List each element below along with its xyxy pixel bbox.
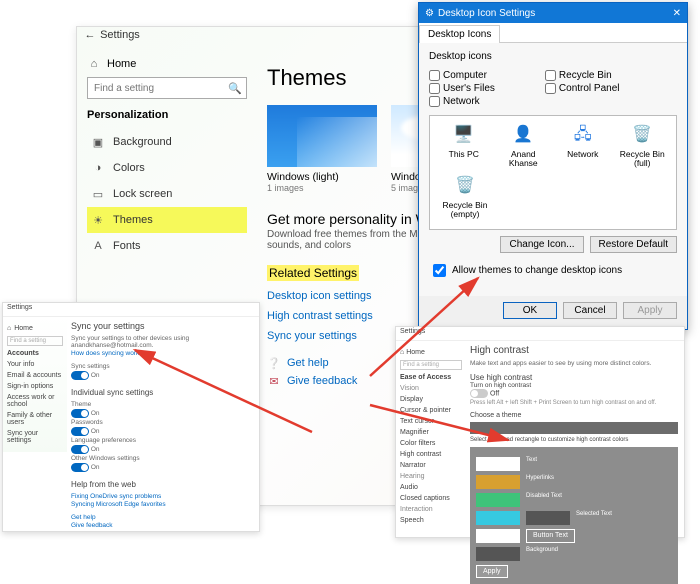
sidebar: ⌂ Home Find a setting Accounts Your info… — [3, 317, 67, 452]
icon-user[interactable]: 👤Anand Khanse — [498, 122, 548, 169]
titlebar: Settings — [3, 303, 259, 317]
nav-background[interactable]: ▣Background — [87, 129, 247, 155]
chk-control-panel[interactable]: Control Panel — [545, 83, 620, 94]
help-icon: ❔ — [267, 356, 281, 370]
lock-icon: ▭ — [91, 187, 105, 201]
search-input[interactable] — [92, 82, 228, 95]
nav-themes[interactable]: ☀Themes — [87, 207, 247, 233]
search-icon: 🔍 — [228, 81, 242, 95]
high-contrast-window: Settings ⌂ Home Find a setting Ease of A… — [395, 326, 685, 538]
nav-signin[interactable]: Sign-in options — [7, 383, 63, 390]
feedback-icon: ✉ — [267, 374, 281, 388]
gear-icon: ⚙ — [425, 8, 434, 19]
nav-cursor[interactable]: Cursor & pointer — [400, 407, 462, 414]
nav-sync[interactable]: Sync your settings — [7, 430, 63, 444]
dialog-titlebar: ⚙ Desktop Icon Settings ✕ — [419, 3, 687, 23]
nav-email[interactable]: Email & accounts — [7, 372, 63, 379]
nav-narrator[interactable]: Narrator — [400, 462, 462, 469]
category-label: Accounts — [7, 350, 63, 357]
swatch-text[interactable] — [476, 457, 520, 471]
category-label: Personalization — [87, 109, 247, 121]
toggle-other[interactable] — [71, 463, 89, 472]
home-nav[interactable]: ⌂ Home — [7, 325, 63, 332]
theme-thumb-light[interactable]: Windows (light) 1 images — [267, 105, 377, 193]
home-nav[interactable]: ⌂ Home — [87, 57, 247, 71]
nav-colors[interactable]: ◑Colors — [87, 155, 247, 181]
nav-display[interactable]: Display — [400, 396, 462, 403]
color-preview: Text Hyperlinks Disabled Text Selected T… — [470, 447, 678, 584]
toggle-theme[interactable] — [71, 409, 89, 418]
chk-recycle-bin[interactable]: Recycle Bin — [545, 70, 620, 81]
icon-recycle-empty[interactable]: 🗑️Recycle Bin (empty) — [440, 173, 490, 220]
icon-preview-box: 🖥️This PC 👤Anand Khanse 🖧Network 🗑️Recyc… — [429, 115, 677, 230]
search-box[interactable]: Find a setting — [400, 360, 462, 370]
themes-icon: ☀ — [91, 213, 105, 227]
home-label: Home — [107, 58, 136, 70]
ok-button[interactable]: OK — [503, 302, 557, 319]
apply-button[interactable]: Apply — [476, 565, 508, 578]
back-icon[interactable]: ← — [83, 29, 97, 41]
nav-speech[interactable]: Speech — [400, 517, 462, 524]
theme-dropdown[interactable] — [470, 422, 678, 434]
how-syncing-link[interactable]: How does syncing work? — [71, 350, 255, 357]
icon-this-pc[interactable]: 🖥️This PC — [439, 122, 489, 169]
fonts-icon: A — [91, 239, 105, 253]
picture-icon: ▣ — [91, 135, 105, 149]
toggle-sync[interactable] — [71, 371, 89, 380]
toggle-passwords[interactable] — [71, 427, 89, 436]
nav-colorfilters[interactable]: Color filters — [400, 440, 462, 447]
chk-allow-themes[interactable]: Allow themes to change desktop icons — [429, 261, 677, 280]
close-icon[interactable]: ✕ — [673, 8, 681, 19]
nav-textcursor[interactable]: Text cursor — [400, 418, 462, 425]
palette-icon: ◑ — [91, 161, 105, 175]
toggle-high-contrast[interactable] — [470, 389, 488, 398]
tabstrip: Desktop Icons — [419, 23, 687, 43]
app-title: Settings — [100, 29, 140, 41]
search-box[interactable]: Find a setting — [7, 336, 63, 346]
nav-fonts[interactable]: AFonts — [87, 233, 247, 259]
chk-network[interactable]: Network — [429, 96, 495, 107]
nav-highcontrast[interactable]: High contrast — [400, 451, 462, 458]
nav-work[interactable]: Access work or school — [7, 394, 63, 408]
nav-captions[interactable]: Closed captions — [400, 495, 462, 502]
change-icon-button[interactable]: Change Icon... — [500, 236, 583, 253]
toggle-lang[interactable] — [71, 445, 89, 454]
content-pane: High contrast Make text and apps easier … — [470, 341, 678, 584]
titlebar: Settings — [396, 327, 684, 341]
nav-lockscreen[interactable]: ▭Lock screen — [87, 181, 247, 207]
nav-your-info[interactable]: Your info — [7, 361, 63, 368]
sync-settings-window: Settings ⌂ Home Find a setting Accounts … — [2, 302, 260, 532]
page-title: Sync your settings — [71, 321, 255, 331]
sidebar: ⌂ Home 🔍 Personalization ▣Background ◑Co… — [77, 49, 257, 267]
tab-desktop-icons[interactable]: Desktop Icons — [419, 25, 500, 43]
icon-recycle-full[interactable]: 🗑️Recycle Bin (full) — [617, 122, 667, 169]
swatch-selected[interactable] — [476, 511, 520, 525]
cancel-button[interactable]: Cancel — [563, 302, 617, 319]
swatch-bg[interactable] — [476, 547, 520, 561]
icon-network[interactable]: 🖧Network — [558, 122, 608, 169]
page-title: High contrast — [470, 345, 678, 356]
nav-family[interactable]: Family & other users — [7, 412, 63, 426]
search-box[interactable]: 🔍 — [87, 77, 247, 99]
apply-button[interactable]: Apply — [623, 302, 677, 319]
chk-computer[interactable]: Computer — [429, 70, 495, 81]
related-heading: Related Settings — [267, 265, 359, 281]
nav-audio[interactable]: Audio — [400, 484, 462, 491]
desktop-icon-settings-dialog: ⚙ Desktop Icon Settings ✕ Desktop Icons … — [418, 2, 688, 330]
swatch-hyperlinks[interactable] — [476, 475, 520, 489]
home-nav[interactable]: ⌂ Home — [400, 349, 462, 356]
dialog-title: Desktop Icon Settings — [438, 8, 535, 19]
home-icon: ⌂ — [87, 57, 101, 71]
theme-preview — [267, 105, 377, 167]
restore-default-button[interactable]: Restore Default — [590, 236, 677, 253]
swatch-btntext[interactable] — [476, 529, 520, 543]
content-pane: Sync your settings Sync your settings to… — [71, 317, 255, 530]
nav-magnifier[interactable]: Magnifier — [400, 429, 462, 436]
desktop-icons-group-label: Desktop icons — [429, 51, 677, 62]
sidebar: ⌂ Home Find a setting Ease of Access Vis… — [396, 341, 466, 532]
swatch-disabled[interactable] — [476, 493, 520, 507]
chk-users-files[interactable]: User's Files — [429, 83, 495, 94]
